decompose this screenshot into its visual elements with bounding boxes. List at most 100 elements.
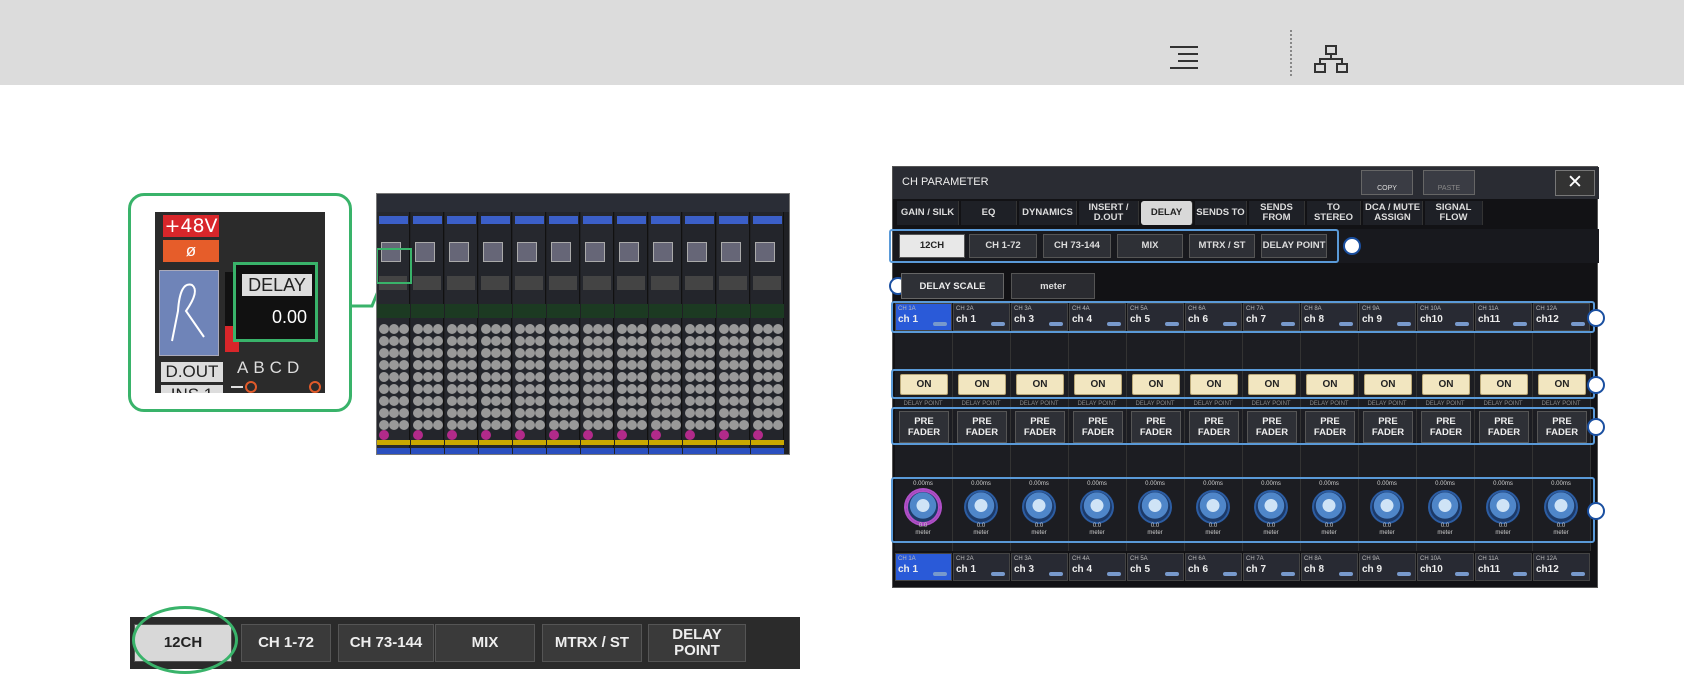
fader-label: FADER [1313,427,1347,438]
channel-select-12[interactable]: CH 12A ch12 [1533,553,1590,581]
channel-name: ch 1 [956,564,977,575]
tab-8[interactable]: DCA / MUTE ASSIGN [1363,201,1423,225]
channel-name: ch10 [1420,564,1443,575]
delay-point-button[interactable]: PRE FADER [1305,411,1355,443]
delay-point-button[interactable]: PRE FADER [1189,411,1239,443]
bottom-tab-2[interactable]: CH 73-144 [338,624,434,662]
tab-7[interactable]: TO STEREO [1307,201,1361,225]
delay-on-button[interactable]: ON [1538,374,1586,395]
delay-on-button[interactable]: ON [1016,374,1064,395]
channel-id: CH 7A [1246,556,1264,562]
close-button[interactable]: ✕ [1555,170,1595,196]
copy-button[interactable]: COPY [1361,170,1413,195]
mic-icon [1339,572,1353,576]
delay-point-label: DELAY POINT [1541,401,1581,407]
sub-tab-0[interactable]: 12CH [899,234,965,258]
sitemap-icon[interactable] [1313,44,1349,74]
delay-knob-cell: 0.00ms 0.0 meter [1185,481,1241,536]
tab-6[interactable]: SENDS FROM [1249,201,1305,225]
delay-point-button[interactable]: PRE FADER [1131,411,1181,443]
delay-knob[interactable] [1080,490,1114,524]
delay-knob[interactable] [1486,490,1520,524]
delay-point-button[interactable]: PRE FADER [1363,411,1413,443]
sub-tab-2[interactable]: CH 73-144 [1043,234,1111,258]
delay-time-ms: 0.00ms [1493,481,1513,487]
delay-point-button[interactable]: PRE FADER [899,411,949,443]
delay-on-button[interactable]: ON [1074,374,1122,395]
delay-point-label: DELAY POINT [903,401,943,407]
delay-on-button[interactable]: ON [900,374,948,395]
mic-icon [1107,572,1121,576]
delay-knob[interactable] [964,490,998,524]
channel-select-9[interactable]: CH 9A ch 9 [1359,553,1416,581]
delay-point-button[interactable]: PRE FADER [1479,411,1529,443]
delay-knob[interactable] [1544,490,1578,524]
tab-9[interactable]: SIGNAL FLOW [1425,201,1483,225]
delay-on-button[interactable]: ON [1132,374,1180,395]
delay-point-button[interactable]: PRE FADER [1247,411,1297,443]
channel-select-7[interactable]: CH 7A ch 7 [1243,553,1300,581]
overview-channel-strip [445,212,478,454]
delay-knob-cell: 0.00ms 0.0 meter [1127,481,1183,536]
delay-knob[interactable] [1254,490,1288,524]
sub-tab-5[interactable]: DELAY POINT [1261,234,1327,258]
overview-channel-strip [581,212,614,454]
delay-unit: meter [1495,530,1511,536]
delay-point-button[interactable]: PRE FADER [1421,411,1471,443]
delay-point-label: DELAY POINT [1135,401,1175,407]
delay-on-button[interactable]: ON [1306,374,1354,395]
bottom-tab-1[interactable]: CH 1-72 [241,624,331,662]
delay-point-button[interactable]: PRE FADER [1015,411,1065,443]
fader-label: FADER [1371,427,1405,438]
paste-button[interactable]: PASTE [1423,170,1475,195]
channel-select-6[interactable]: CH 6A ch 6 [1185,553,1242,581]
delay-indicator[interactable]: DELAY 0.00 [233,262,318,342]
tab-5[interactable]: SENDS TO [1195,201,1247,225]
channel-select-11[interactable]: CH 11A ch11 [1475,553,1532,581]
tab-0[interactable]: GAIN / SILK [897,201,959,225]
tab-2[interactable]: DYNAMICS [1019,201,1077,225]
delay-on-button[interactable]: ON [958,374,1006,395]
bottom-tab-5[interactable]: DELAY POINT [648,624,746,662]
mic-icon [1223,572,1237,576]
delay-knob[interactable] [1428,490,1462,524]
channel-select-2[interactable]: CH 2A ch 1 [953,553,1010,581]
delay-scale-unit[interactable]: meter [1011,273,1095,299]
channel-select-1[interactable]: CH 1A ch 1 [895,553,952,581]
delay-on-button[interactable]: ON [1248,374,1296,395]
delay-knob[interactable] [1022,490,1056,524]
delay-scale-button[interactable]: DELAY SCALE [901,273,1004,299]
panel-title-bar: CH PARAMETER COPY PASTE ✕ [893,167,1599,199]
delay-knob[interactable] [1196,490,1230,524]
delay-knob[interactable] [1312,490,1346,524]
delay-on-button[interactable]: ON [1190,374,1238,395]
delay-point-button[interactable]: PRE FADER [1537,411,1587,443]
delay-on-button[interactable]: ON [1422,374,1470,395]
tab-1[interactable]: EQ [961,201,1017,225]
delay-knob[interactable] [1370,490,1404,524]
list-icon[interactable] [1168,45,1200,71]
sub-tab-1[interactable]: CH 1-72 [969,234,1037,258]
tab-3[interactable]: INSERT / D.OUT [1079,201,1139,225]
bottom-tab-4[interactable]: MTRX / ST [542,624,642,662]
direct-out-label: D.OUT [161,362,223,382]
channel-select-3[interactable]: CH 3A ch 3 [1011,553,1068,581]
delay-on-button[interactable]: ON [1480,374,1528,395]
delay-knob[interactable] [1138,490,1172,524]
channel-select-4[interactable]: CH 4A ch 4 [1069,553,1126,581]
channel-name: ch 1 [898,564,919,575]
delay-knob[interactable] [906,490,940,524]
tab-4[interactable]: DELAY [1141,201,1193,225]
channel-select-8[interactable]: CH 8A ch 8 [1301,553,1358,581]
delay-on-button[interactable]: ON [1364,374,1412,395]
delay-unit: meter [1205,530,1221,536]
sub-tab-4[interactable]: MTRX / ST [1189,234,1255,258]
delay-point-button[interactable]: PRE FADER [957,411,1007,443]
channel-select-5[interactable]: CH 5A ch 5 [1127,553,1184,581]
channel-select-10[interactable]: CH 10A ch10 [1417,553,1474,581]
pre-label: PRE [972,416,992,427]
callout-marker-1 [1343,237,1361,255]
delay-point-button[interactable]: PRE FADER [1073,411,1123,443]
sub-tab-3[interactable]: MIX [1117,234,1183,258]
bottom-tab-3[interactable]: MIX [435,624,535,662]
